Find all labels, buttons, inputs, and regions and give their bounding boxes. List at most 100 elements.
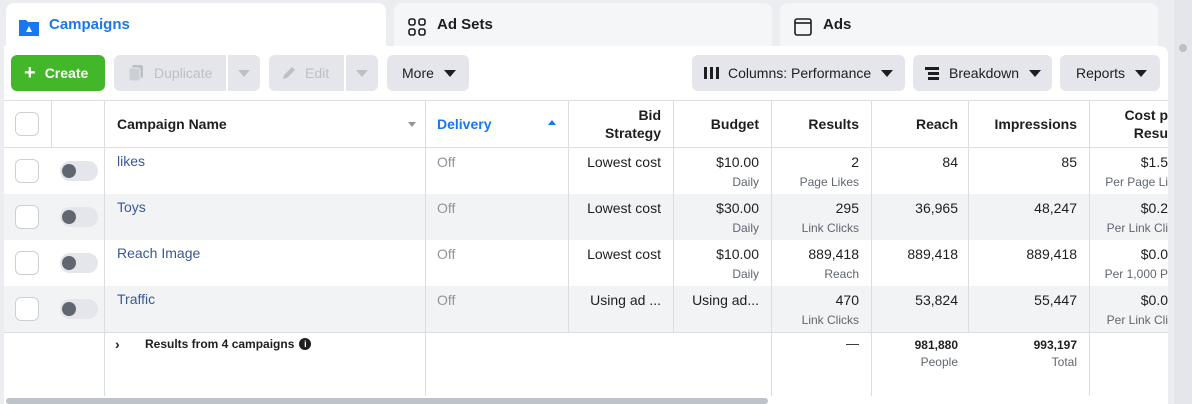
bid-strategy: Using ad ... <box>590 292 661 308</box>
summary-results: — <box>846 336 859 351</box>
vertical-scrollbar[interactable] <box>1174 0 1192 404</box>
edit-dropdown-button[interactable] <box>346 55 378 91</box>
reach-value: 53,824 <box>915 292 958 308</box>
columns-button[interactable]: Columns: Performance <box>692 55 905 91</box>
header-line: Strategy <box>604 125 661 141</box>
cost-value: $1.5 <box>1140 154 1168 170</box>
campaign-toggle[interactable] <box>60 161 98 181</box>
campaign-name-link[interactable]: Reach Image <box>117 245 200 261</box>
breakdown-icon <box>925 66 941 80</box>
chevron-down-icon <box>443 69 456 77</box>
header-results[interactable]: Results <box>771 115 859 133</box>
header-line: Bid <box>638 107 661 123</box>
delivery-status: Off <box>437 292 456 308</box>
budget-type: Daily <box>732 267 759 281</box>
expand-chevron-icon[interactable]: › <box>115 336 120 352</box>
campaigns-panel: + Create Duplicate Edit More Columns: Pe… <box>4 46 1168 404</box>
duplicate-dropdown-button[interactable] <box>228 55 260 91</box>
budget-value: Using ad... <box>692 292 759 308</box>
more-label: More <box>402 65 434 81</box>
impressions-value: 889,418 <box>1026 246 1077 262</box>
impressions-value: 55,447 <box>1034 292 1077 308</box>
chevron-down-icon <box>881 69 894 77</box>
impressions-value: 48,247 <box>1034 200 1077 216</box>
edit-label: Edit <box>305 65 330 81</box>
row-checkbox[interactable] <box>15 205 39 229</box>
header-bid-strategy[interactable]: Bid Strategy <box>568 106 661 142</box>
sort-up-icon[interactable] <box>548 120 556 125</box>
breakdown-button[interactable]: Breakdown <box>913 55 1052 91</box>
results-type: Reach <box>824 267 859 281</box>
results-value: 295 <box>835 200 859 216</box>
campaign-toggle[interactable] <box>60 299 98 319</box>
duplicate-button[interactable]: Duplicate <box>114 55 226 91</box>
summary-text: Results from 4 campaigns <box>145 337 295 351</box>
header-delivery[interactable]: Delivery <box>437 115 491 133</box>
tab-label: Ads <box>823 16 852 33</box>
select-all-checkbox[interactable] <box>15 112 39 136</box>
results-type: Link Clicks <box>801 221 859 235</box>
header-reach[interactable]: Reach <box>871 115 958 133</box>
sort-down-icon[interactable] <box>408 122 416 127</box>
header-line: Cost p <box>1124 107 1168 123</box>
plus-icon: + <box>24 62 36 84</box>
bid-strategy: Lowest cost <box>587 246 661 262</box>
summary-reach-type: People <box>920 355 958 369</box>
scroll-indicator <box>1179 44 1187 52</box>
header-cost-per-result[interactable]: Cost p Resu <box>1089 106 1168 142</box>
campaign-toggle[interactable] <box>60 253 98 273</box>
cost-type: Per Link Cli <box>1106 221 1168 235</box>
campaign-name-link[interactable]: Toys <box>117 199 146 215</box>
info-icon[interactable]: i <box>299 338 312 350</box>
duplicate-icon <box>126 63 146 83</box>
toggle-knob <box>62 164 76 178</box>
campaign-name-link[interactable]: Traffic <box>117 291 155 307</box>
results-type: Page Likes <box>799 175 859 189</box>
header-budget[interactable]: Budget <box>673 115 759 133</box>
budget-value: $10.00 <box>716 154 759 170</box>
edit-button[interactable]: Edit <box>269 55 344 91</box>
cost-type: Per Page Li <box>1105 175 1168 189</box>
campaign-name-link[interactable]: likes <box>117 153 145 169</box>
cost-type: Per 1,000 P <box>1104 267 1168 281</box>
reports-button[interactable]: Reports <box>1060 55 1160 91</box>
ads-icon <box>792 16 814 38</box>
header-line: Resu <box>1133 125 1168 141</box>
delivery-status: Off <box>437 154 456 170</box>
more-button[interactable]: More <box>387 55 469 91</box>
row-checkbox[interactable] <box>15 297 39 321</box>
columns-label: Columns: Performance <box>728 65 872 81</box>
budget-value: $10.00 <box>716 246 759 262</box>
row-checkbox[interactable] <box>15 251 39 275</box>
header-impressions[interactable]: Impressions <box>968 115 1077 133</box>
cost-value: $0.0 <box>1140 292 1168 308</box>
horizontal-scrollbar[interactable] <box>6 398 768 404</box>
header-campaign-name[interactable]: Campaign Name <box>117 115 227 133</box>
bid-strategy: Lowest cost <box>587 200 661 216</box>
toggle-knob <box>62 302 76 316</box>
bid-strategy: Lowest cost <box>587 154 661 170</box>
budget-value: $30.00 <box>716 200 759 216</box>
reports-label: Reports <box>1076 65 1126 81</box>
row-checkbox[interactable] <box>15 159 39 183</box>
breakdown-label: Breakdown <box>949 65 1020 81</box>
summary-reach: 981,880 <box>914 338 958 352</box>
results-value: 889,418 <box>808 246 859 262</box>
ad-sets-icon <box>406 16 428 38</box>
campaigns-icon <box>18 16 40 38</box>
summary-impressions: 993,197 <box>1033 338 1077 352</box>
delivery-status: Off <box>437 200 456 216</box>
columns-icon <box>704 66 720 80</box>
create-button[interactable]: + Create <box>11 55 105 91</box>
results-type: Link Clicks <box>801 313 859 327</box>
reach-value: 889,418 <box>907 246 958 262</box>
budget-type: Daily <box>732 175 759 189</box>
campaign-toggle[interactable] <box>60 207 98 227</box>
toggle-knob <box>62 210 76 224</box>
tab-label: Ad Sets <box>437 16 493 33</box>
reach-value: 36,965 <box>915 200 958 216</box>
tab-label: Campaigns <box>49 16 130 33</box>
create-label: Create <box>44 65 89 81</box>
impressions-value: 85 <box>1061 154 1077 170</box>
budget-type: Daily <box>732 221 759 235</box>
